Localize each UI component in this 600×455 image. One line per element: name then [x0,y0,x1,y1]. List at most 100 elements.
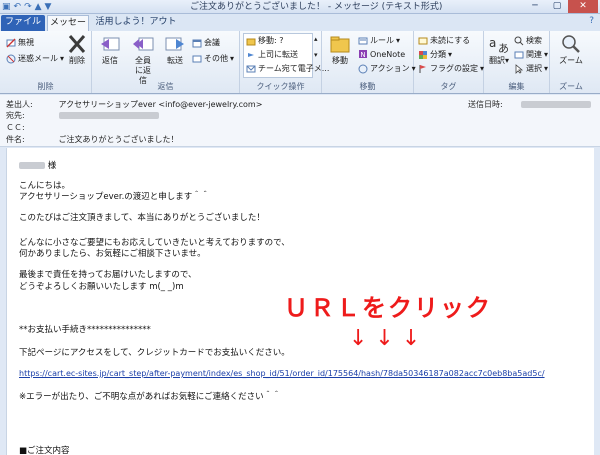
svg-text:a: a [489,36,496,50]
quick-steps-scroll-down[interactable]: ▾ [314,51,318,59]
quick-step-team-email[interactable]: チーム宛て電子メ... [246,63,329,74]
save-icon[interactable]: ▣ [2,1,11,13]
reply-icon [101,37,120,51]
body-line: 下記ページにアクセスをして、クレジットカードでお支払いください。 [19,348,290,358]
ribbon: 無視 迷惑メール ▾ 削除 削除 返信 全員に返信 転送 会議 その他 ▾ 返信… [0,31,600,94]
follow-up-button[interactable]: フラグの設定 ▾ [418,63,484,74]
quick-steps-scroll[interactable]: ▴ [314,35,318,43]
select-button[interactable]: 選択 ▾ [514,63,548,74]
body-line: 最後まで責任を持ってお届けいたしますので、 [19,270,197,280]
minimize-icon[interactable]: ─ [524,0,546,13]
forward-button[interactable]: 転送 [162,33,188,66]
quick-steps-group-label: クイック操作 [256,82,305,91]
translate-button[interactable]: aあ 翻訳▾ [486,33,512,66]
subject-value: ご注文ありがとうございました！ [58,135,179,144]
search-icon [514,36,524,45]
reply-all-icon [133,37,154,51]
to-row: 宛先: [6,110,159,121]
categorize-button[interactable]: 分類 ▾ [418,49,452,60]
subject-row: 件名: ご注文ありがとうございました！ [6,134,179,145]
payment-heading: **お支払い手続き*************** [19,325,151,335]
body-line: 何かありましたら、お気軽にご相談下さいませ。 [19,249,206,259]
junk-mail-icon [6,54,16,63]
from-value[interactable]: アクセサリーショップever <info@ever-jewelry.com> [59,100,263,109]
payment-url-link[interactable]: https://cart.ec-sites.jp/cart_step/after… [19,369,545,378]
quick-steps-group: 移動: ? 上司に転送 チーム宛て電子メ... ▴ ▾ クイック操作 [240,31,329,93]
dropdown-icon: ▾ [396,36,401,45]
dropdown-icon: ▾ [448,50,453,59]
mark-unread-button[interactable]: 未読にする [418,35,470,46]
quick-step-forward-manager[interactable]: 上司に転送 [246,49,298,60]
undo-icon[interactable]: ↶ [14,1,22,13]
select-icon [515,63,524,74]
delete-button[interactable]: 削除 [64,33,90,66]
tags-group-label: タグ [440,82,457,91]
tags-group: 未読にする 分類 ▾ フラグの設定 ▾ タグ [414,31,484,93]
tab-file[interactable]: ファイル [1,15,45,31]
quick-access-toolbar: ▣ ↶ ↷ ▲ ▼ [2,1,51,13]
meeting-button[interactable]: 会議 [192,37,220,48]
forward-manager-icon [248,52,254,57]
team-email-icon [246,65,256,72]
down-arrows-annotation: ↓↓↓ [349,326,429,351]
rules-button[interactable]: ルール ▾ [358,35,400,46]
more-icon [192,55,202,62]
message-header: 差出人: アクセサリーショップever <info@ever-jewelry.c… [0,95,600,147]
down-arrow-icon[interactable]: ▼ [45,1,52,13]
order-details-heading: ■ご注文内容 [19,446,70,455]
categorize-icon [419,50,427,59]
calendar-icon [192,39,202,47]
zoom-group: ズーム ズーム [550,31,592,93]
cc-label: ＣＣ: [6,123,25,132]
click-url-annotation: ＵＲＬをクリック [284,294,492,322]
body-line: アクセサリーショップever.の渡辺と申します＾＾ [19,192,210,202]
reply-button[interactable]: 返信 [96,33,124,66]
zoom-button[interactable]: ズーム [556,33,586,66]
title-bar: ▣ ↶ ↷ ▲ ▼ ご注文ありがとうございました！ - メッセージ (テキスト形… [0,0,600,14]
ignore-button[interactable]: 無視 [6,37,34,48]
redo-icon[interactable]: ↷ [24,1,32,13]
up-arrow-icon[interactable]: ▲ [35,1,42,13]
sent-row: 送信日時: [468,99,591,110]
ignore-icon [6,38,16,47]
maximize-icon[interactable]: ▢ [546,0,568,13]
tab-outlook-tips[interactable]: 活用しよう！アウトルック [92,15,180,42]
body-line: ※エラーが出たり、ご不明な点があればお気軽にご連絡ください＾＾ [19,392,281,402]
move-group-label: 移動 [359,82,376,91]
body-line: このたびはご注文頂きまして、本当にありがとうございました！ [19,213,265,223]
more-respond-button[interactable]: その他 ▾ [192,53,234,64]
dropdown-icon: ▾ [544,50,549,59]
unread-icon [418,37,428,44]
onenote-button[interactable]: N OneNote [358,49,405,59]
delete-group-label: 削除 [37,82,54,91]
to-value-redacted [58,112,159,119]
related-button[interactable]: 関連 ▾ [514,49,548,60]
window-title: ご注文ありがとうございました！ - メッセージ (テキスト形式) [190,2,443,12]
find-button[interactable]: 検索 [514,35,542,46]
tab-message[interactable]: メッセージ [47,15,89,43]
dropdown-icon: ▾ [230,54,235,63]
zoom-group-label: ズーム [559,82,583,91]
move-button[interactable]: 移動 [326,33,354,66]
help-icon[interactable]: ? [589,16,594,26]
actions-button[interactable]: アクション ▾ [358,63,416,74]
quick-step-move[interactable]: 移動: ? [246,35,283,46]
edit-group: aあ 翻訳▾ 検索 関連 ▾ 選択 ▾ 編集 [484,31,550,93]
cc-row: ＣＣ: [6,122,56,133]
message-body: 様 こんにちは。 アクセサリーショップever.の渡辺と申します＾＾ このたびは… [6,148,594,455]
move-group: 移動 ルール ▾ N OneNote アクション ▾ 移動 [322,31,416,93]
junk-mail-button[interactable]: 迷惑メール ▾ [6,53,64,64]
edit-group-label: 編集 [508,82,525,91]
rules-icon [358,37,368,44]
sent-date-redacted [520,101,591,108]
svg-text:あ: あ [498,42,509,55]
related-icon [514,51,524,58]
respond-group-label: 返信 [157,82,174,91]
move-to-icon [246,38,256,45]
window-controls: ─ ▢ ✕ [524,0,598,13]
reply-all-button[interactable]: 全員に返信 [126,33,160,86]
subject-label: 件名: [6,135,25,144]
close-icon[interactable]: ✕ [568,0,598,13]
onenote-icon: N [359,50,367,59]
from-row: 差出人: アクセサリーショップever <info@ever-jewelry.c… [6,99,262,110]
